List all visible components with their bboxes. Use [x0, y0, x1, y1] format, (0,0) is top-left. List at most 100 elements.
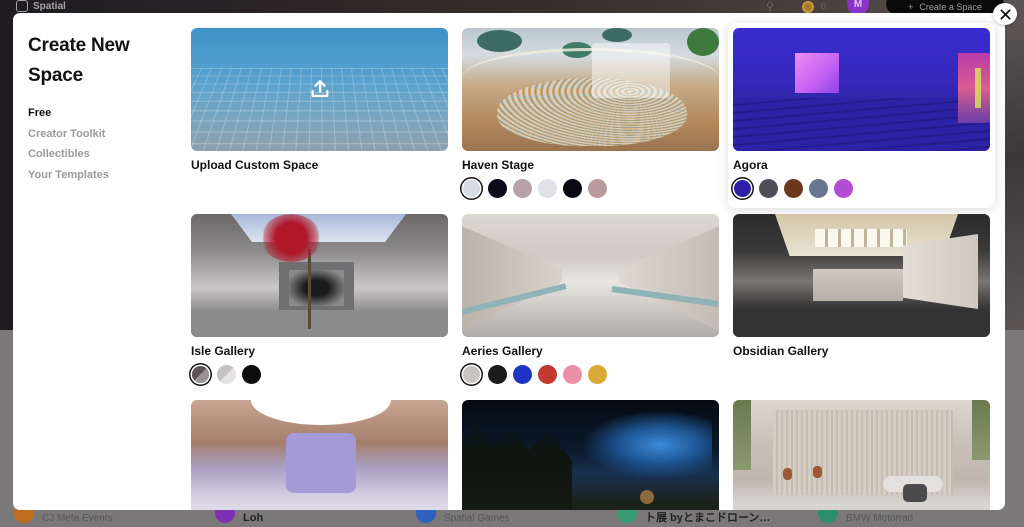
template-thumbnail[interactable] — [462, 400, 719, 510]
color-swatch[interactable] — [809, 179, 828, 198]
scene-skylight — [251, 400, 391, 425]
color-swatch[interactable] — [563, 365, 582, 384]
scene-right-wall — [903, 234, 978, 309]
template-thumbnail[interactable] — [191, 400, 448, 510]
color-swatch[interactable] — [488, 179, 507, 198]
template-thumbnail[interactable] — [462, 28, 719, 151]
scene-tree — [972, 400, 990, 460]
scene-panel — [592, 43, 670, 98]
color-swatch[interactable] — [538, 365, 557, 384]
space-creator: BMW Motorrad — [846, 513, 914, 524]
template-name: Haven Stage — [462, 158, 535, 172]
create-space-label: Create a Space — [919, 1, 982, 12]
scene-tree — [687, 28, 719, 56]
create-space-modal: Create New Space Free Creator Toolkit Co… — [13, 13, 1005, 510]
template-name: Upload Custom Space — [191, 158, 319, 172]
scene-aurora — [582, 410, 712, 480]
color-swatch[interactable] — [734, 180, 751, 197]
color-swatches — [462, 365, 719, 384]
template-card-isle-gallery[interactable]: Isle Gallery — [191, 214, 448, 384]
color-swatches — [733, 179, 990, 198]
scene-tree — [733, 400, 751, 470]
template-thumbnail[interactable] — [733, 214, 990, 337]
scene-glow — [975, 68, 981, 108]
scene-back-wall — [813, 269, 903, 301]
template-card[interactable] — [462, 400, 719, 510]
scene-tree-foliage — [261, 214, 321, 262]
scene-pouf — [903, 484, 927, 502]
space-title-line2: ト展 byとまこドローン… — [645, 512, 771, 524]
scene-screen — [795, 53, 839, 93]
color-swatch[interactable] — [242, 365, 261, 384]
scene-floor — [733, 309, 990, 337]
color-swatch[interactable] — [217, 365, 236, 384]
background-header: Spatial ⚲ 0 M + Create a Space — [0, 0, 1024, 15]
space-creator: Spatial Games — [444, 513, 510, 524]
template-name: Agora — [733, 158, 768, 172]
color-swatch[interactable] — [563, 179, 582, 198]
space-title-line2: Loh — [243, 512, 264, 524]
color-swatch[interactable] — [192, 366, 209, 383]
template-thumbnail[interactable] — [191, 214, 448, 337]
category-collectibles[interactable]: Collectibles — [28, 144, 178, 165]
scene-doorway — [958, 53, 990, 123]
color-swatch[interactable] — [513, 179, 532, 198]
color-swatch[interactable] — [463, 180, 480, 197]
scene-right-wall — [619, 226, 719, 331]
template-card-haven-stage[interactable]: Haven Stage — [462, 28, 719, 198]
category-your-templates[interactable]: Your Templates — [28, 165, 178, 186]
scene-artwork — [289, 270, 344, 306]
spatial-logo[interactable]: Spatial — [16, 0, 66, 12]
scene-left-wall — [462, 226, 562, 331]
upload-icon — [311, 80, 329, 97]
template-thumbnail[interactable] — [733, 400, 990, 510]
template-card-upload[interactable]: Upload Custom Space — [191, 28, 448, 172]
scene-tree — [477, 30, 522, 52]
space-creator: CJ Meta Events — [42, 513, 113, 524]
template-card-obsidian-gallery[interactable]: Obsidian Gallery — [733, 214, 990, 358]
scene-chair — [783, 468, 792, 480]
color-swatch[interactable] — [759, 179, 778, 198]
template-name: Isle Gallery — [191, 344, 256, 358]
upload-thumbnail[interactable] — [191, 28, 448, 151]
template-name: Aeries Gallery — [462, 344, 543, 358]
template-card[interactable] — [733, 400, 990, 510]
template-name: Obsidian Gallery — [733, 344, 829, 358]
color-swatch[interactable] — [588, 365, 607, 384]
color-swatch[interactable] — [513, 365, 532, 384]
color-swatch[interactable] — [834, 179, 853, 198]
template-thumbnail[interactable] — [733, 28, 990, 151]
color-swatch[interactable] — [463, 366, 480, 383]
scene-campfire — [640, 490, 654, 504]
spatial-logo-icon — [16, 0, 28, 12]
template-card-agora[interactable]: Agora — [728, 23, 995, 208]
scene-skylight — [815, 229, 907, 247]
color-swatch[interactable] — [488, 365, 507, 384]
template-thumbnail[interactable] — [462, 214, 719, 337]
modal-title: Create New Space — [28, 35, 130, 86]
coin-count: 0 — [821, 1, 827, 11]
template-card-aeries-gallery[interactable]: Aeries Gallery — [462, 214, 719, 384]
scene-tree — [602, 28, 632, 42]
brand-name: Spatial — [33, 0, 66, 12]
color-swatches — [462, 179, 719, 198]
template-card[interactable] — [191, 400, 448, 510]
category-free[interactable]: Free — [28, 103, 178, 124]
category-creator-toolkit[interactable]: Creator Toolkit — [28, 124, 178, 145]
search-icon[interactable]: ⚲ — [766, 0, 774, 13]
plus-icon: + — [908, 1, 914, 12]
scene-floor — [191, 310, 448, 337]
color-swatch[interactable] — [538, 179, 557, 198]
scene-tree-trunk — [308, 249, 311, 329]
color-swatch[interactable] — [588, 179, 607, 198]
close-icon — [999, 8, 1011, 20]
modal-sidebar: Create New Space Free Creator Toolkit Co… — [28, 31, 178, 185]
category-list: Free Creator Toolkit Collectibles Your T… — [28, 103, 178, 185]
scene-forest — [462, 420, 572, 510]
coin-icon[interactable] — [802, 1, 814, 13]
create-space-button[interactable]: + Create a Space — [886, 0, 1004, 14]
scene-block — [286, 433, 356, 493]
color-swatch[interactable] — [784, 179, 803, 198]
scene-steps — [733, 98, 990, 151]
close-modal-button[interactable] — [993, 3, 1017, 25]
